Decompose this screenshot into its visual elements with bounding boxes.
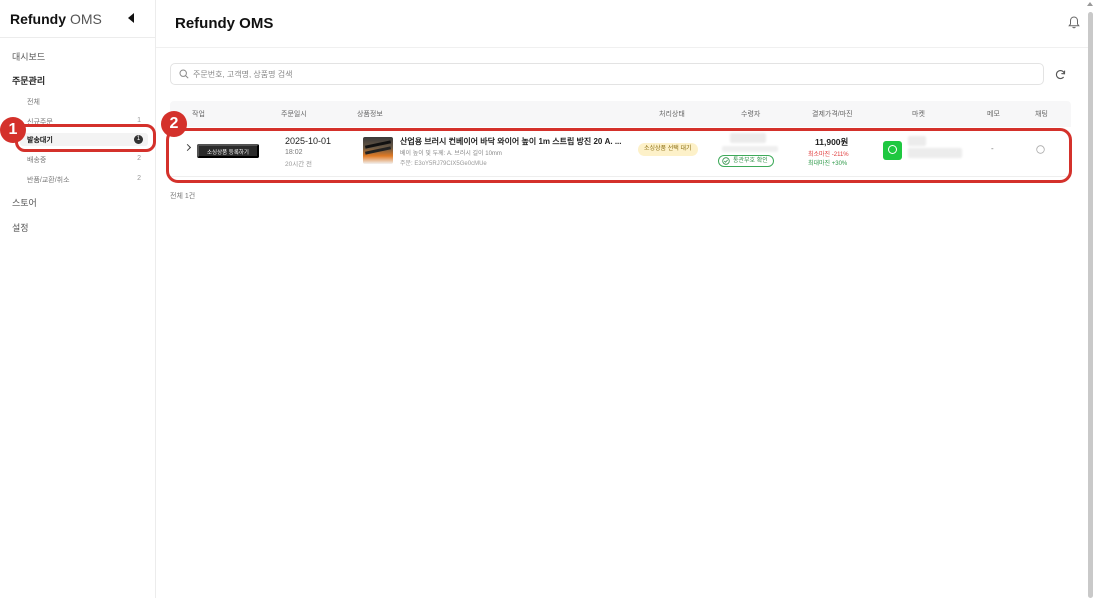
search-input[interactable] [193, 67, 1033, 82]
sidebar-item-label: 배송중 [27, 157, 47, 164]
sidebar-item-label: 반품/교환/취소 [27, 177, 70, 184]
annotation-highlight-1 [15, 124, 156, 152]
annotation-highlight-2 [166, 128, 1072, 183]
sidebar-item-returns[interactable]: 반품/교환/취소 2 [27, 175, 141, 185]
column-header-action: 작업 [192, 111, 205, 118]
column-header-chat: 채팅 [1035, 111, 1048, 118]
sidebar-item-count: 2 [137, 155, 141, 162]
collapse-sidebar-icon[interactable] [128, 13, 134, 23]
total-count: 전체 1건 [170, 193, 196, 200]
sidebar-item-store[interactable]: 스토어 [12, 196, 37, 209]
table-header: 작업 주문일시 상품정보 처리상태 수령자 결제가격/마진 마켓 메모 채팅 [170, 101, 1071, 127]
annotation-marker-1: 1 [0, 117, 26, 143]
column-header-recipient: 수령자 [741, 111, 761, 118]
search-icon [179, 69, 189, 79]
refresh-icon[interactable] [1055, 69, 1066, 80]
column-header-memo: 메모 [987, 111, 1000, 118]
sidebar-item-shipping[interactable]: 배송중 2 [27, 155, 141, 165]
column-header-status: 처리상태 [659, 111, 685, 118]
sidebar-item-all[interactable]: 전체 [27, 97, 141, 107]
column-header-market: 마켓 [912, 111, 925, 118]
sidebar: Refundy OMS 대시보드 주문관리 전체 신규주문 1 발송대기 1 배… [0, 0, 156, 598]
sidebar-section-orders[interactable]: 주문관리 [12, 74, 45, 87]
bell-icon[interactable] [1068, 16, 1080, 29]
column-header-order-date: 주문일시 [281, 111, 307, 118]
column-header-product: 상품정보 [357, 111, 383, 118]
sidebar-item-settings[interactable]: 설정 [12, 221, 29, 234]
scrollbar-thumb[interactable] [1088, 12, 1093, 598]
app: Refundy OMS 대시보드 주문관리 전체 신규주문 1 발송대기 1 배… [0, 0, 1116, 598]
column-header-price-margin: 결제가격/마진 [812, 111, 853, 118]
sidebar-item-dashboard[interactable]: 대시보드 [12, 50, 45, 63]
sidebar-item-count: 2 [137, 175, 141, 182]
brand-logo: Refundy OMS [0, 0, 155, 38]
top-header: Refundy OMS [156, 0, 1088, 48]
page-title: Refundy OMS [175, 15, 274, 32]
scroll-up-arrow-icon[interactable] [1087, 2, 1093, 6]
annotation-marker-2: 2 [161, 111, 187, 137]
search-bar [170, 63, 1044, 85]
brand-suffix: OMS [70, 10, 102, 27]
brand-name: Refundy [10, 10, 66, 27]
sidebar-item-label: 전체 [27, 99, 40, 106]
